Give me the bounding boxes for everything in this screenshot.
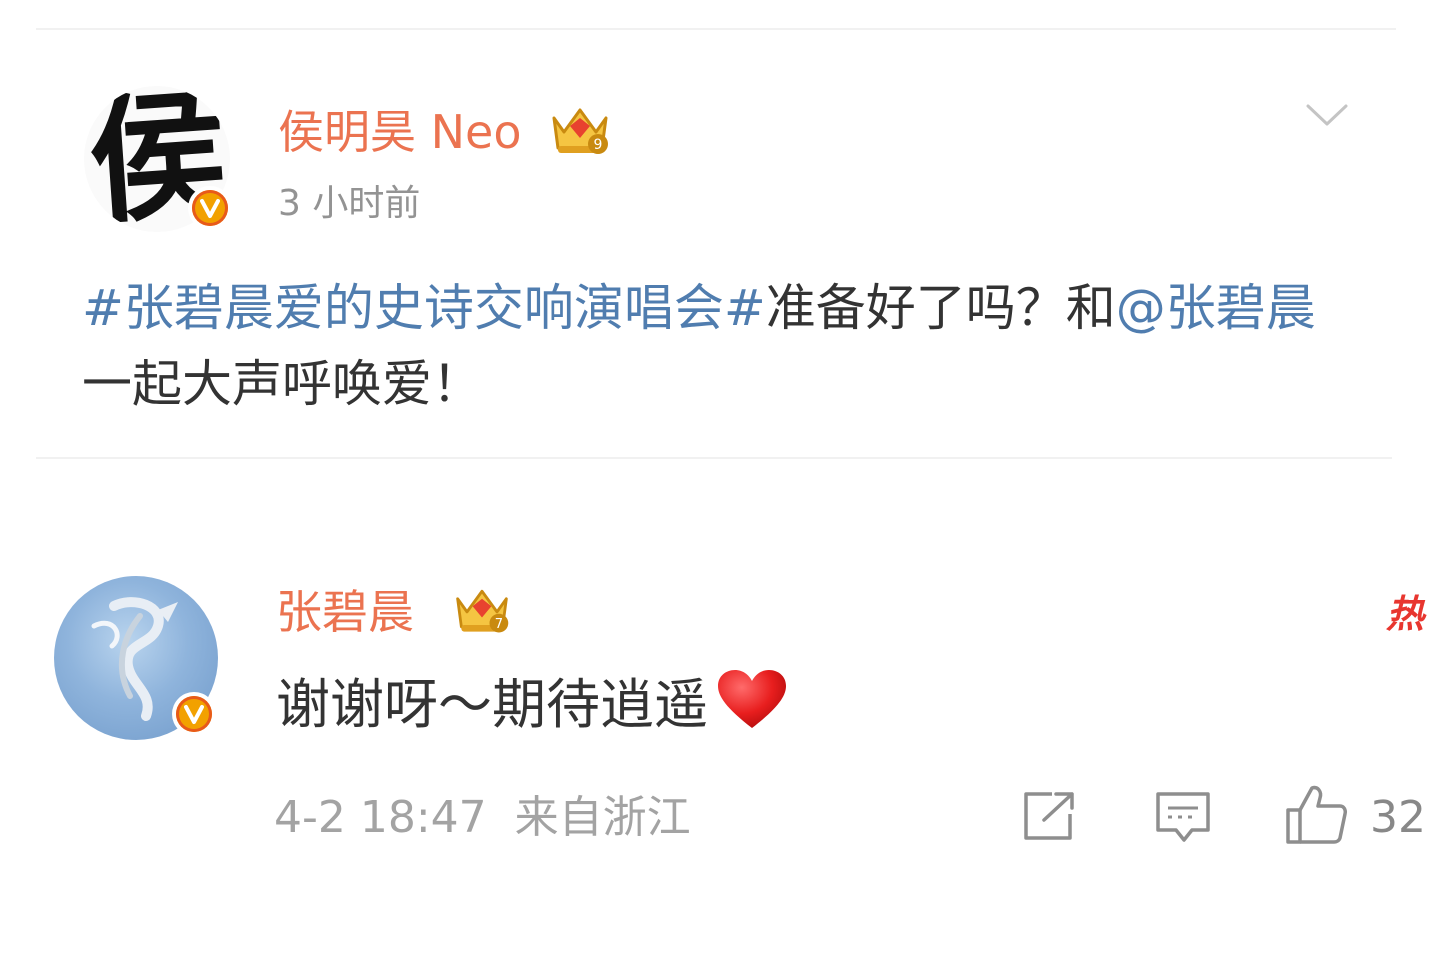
comment-text: 谢谢呀～期待逍遥 (276, 673, 708, 737)
like-count: 32 (1370, 792, 1426, 843)
post-author-avatar[interactable]: 侯 (84, 86, 232, 232)
comment-author-name[interactable]: 张碧晨 (276, 584, 414, 640)
post-timestamp: 3 小时前 (278, 183, 421, 224)
thumbs-up-icon[interactable] (1284, 782, 1350, 850)
hot-comment-icon: 热 (1386, 592, 1425, 636)
svg-text:7: 7 (495, 617, 503, 632)
comment-date: 4-2 18:47 (274, 792, 487, 843)
verified-v-icon (188, 186, 232, 230)
comment-meta: 4-2 18:47 来自浙江 (274, 790, 691, 846)
mention-link[interactable]: @张碧晨 (1116, 279, 1316, 337)
svg-text:9: 9 (594, 137, 603, 153)
post-body: #张碧晨爱的史诗交响演唱会#准备好了吗？和@张碧晨 一起大声呼唤爱！ (82, 270, 1352, 422)
verified-v-icon (172, 692, 216, 736)
heart-emoji-icon (716, 668, 788, 749)
top-divider (36, 28, 1396, 30)
post-text-mid: 准备好了吗？和 (765, 279, 1116, 337)
section-divider (36, 457, 1392, 459)
crown-badge-icon[interactable]: 9 (548, 104, 612, 160)
crown-badge-icon[interactable]: 7 (452, 584, 512, 640)
post-text-end: 一起大声呼唤爱！ (82, 355, 482, 413)
comment-icon[interactable] (1154, 790, 1212, 850)
hashtag-link[interactable]: #张碧晨爱的史诗交响演唱会# (82, 279, 766, 337)
comment-location: 来自浙江 (514, 792, 691, 843)
post-author-name[interactable]: 侯明昊 Neo (278, 104, 521, 160)
comment-author-avatar[interactable] (54, 576, 220, 742)
share-icon[interactable] (1022, 790, 1078, 846)
chevron-down-icon[interactable] (1304, 100, 1350, 134)
comment-body: 谢谢呀～期待逍遥 (276, 668, 788, 749)
